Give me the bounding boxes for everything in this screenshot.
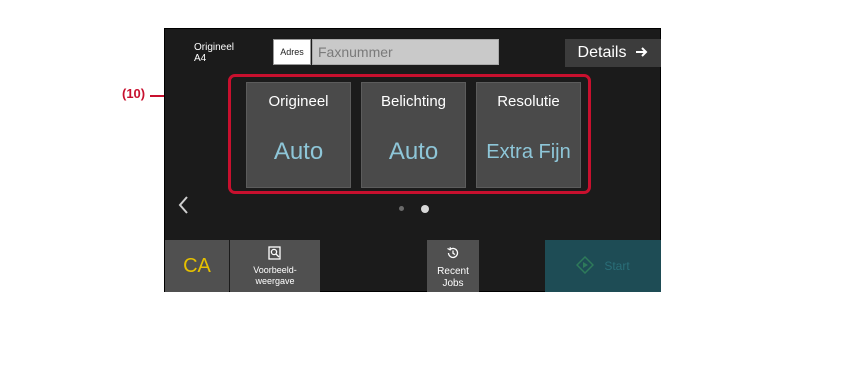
page-dot-1[interactable] (399, 206, 404, 211)
page-dot-2[interactable] (421, 205, 429, 213)
tile-title: Resolutie (497, 93, 560, 110)
tile-exposure[interactable]: Belichting Auto (361, 82, 466, 188)
tile-title: Belichting (380, 93, 447, 110)
start-label: Start (604, 259, 630, 273)
tile-value: Extra Fijn (486, 141, 571, 163)
preview-label-line1: Voorbeeld- (253, 265, 297, 275)
preview-label-line2: weergave (255, 276, 295, 286)
fax-screen: Origineel A4 Adres Faxnummer Details Ori… (164, 28, 661, 292)
tile-resolution[interactable]: Resolutie Extra Fijn (476, 82, 581, 188)
ca-label: CA (183, 254, 211, 277)
recent-label-line2: Jobs (442, 278, 464, 289)
chevron-left-icon[interactable] (177, 195, 197, 219)
callout-label: (10) (122, 86, 146, 101)
details-label: Details (577, 44, 627, 61)
arrow-right-icon (636, 44, 648, 62)
original-size: A4 (194, 53, 207, 64)
tile-title: Origineel (268, 93, 329, 110)
start-diamond-icon (576, 255, 595, 277)
recent-label-line1: Recent (437, 266, 469, 277)
tile-original[interactable]: Origineel Auto (246, 82, 351, 188)
tile-value: Auto (273, 138, 324, 165)
preview-button[interactable]: Voorbeeld- weergave (230, 240, 320, 292)
fax-number-input[interactable]: Faxnummer (312, 39, 499, 65)
details-button[interactable]: Details (565, 39, 661, 67)
address-button[interactable]: Adres (273, 39, 311, 65)
recent-jobs-button[interactable]: Recent Jobs (427, 240, 479, 292)
clear-all-button[interactable]: CA (165, 240, 229, 292)
tile-value: Auto (388, 138, 439, 165)
magnify-page-icon (230, 246, 320, 263)
original-label: Origineel (194, 42, 235, 53)
start-button[interactable]: Start (545, 240, 661, 292)
history-clock-icon (427, 246, 479, 264)
original-info: Origineel A4 (194, 42, 234, 64)
